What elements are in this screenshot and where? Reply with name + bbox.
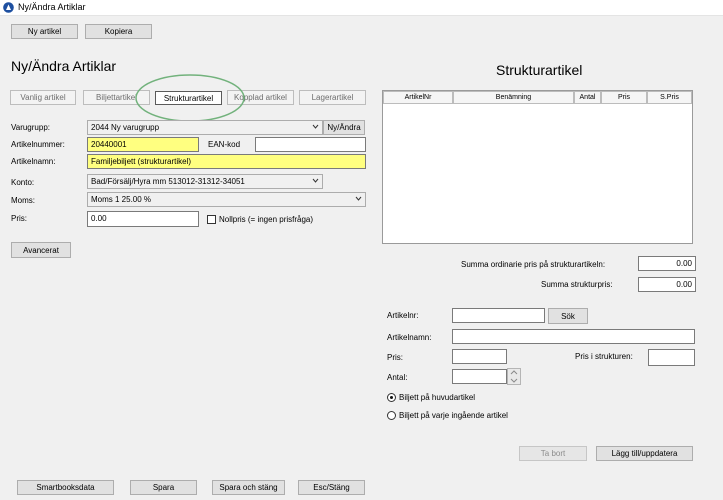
- artikelnummer-label: Artikelnummer:: [11, 140, 65, 149]
- add-antal-field[interactable]: [452, 369, 507, 384]
- varugrupp-select[interactable]: 2044 Ny varugrupp: [87, 120, 323, 135]
- save-button[interactable]: Spara: [130, 480, 197, 495]
- radio-biljett-huvudartikel-label: Biljett på huvudartikel: [399, 393, 476, 402]
- add-pris-field[interactable]: [452, 349, 507, 364]
- artikelnamn-field[interactable]: Familjebiljett (strukturartikel): [87, 154, 366, 169]
- copy-button[interactable]: Kopiera: [85, 24, 152, 39]
- advanced-button[interactable]: Avancerat: [11, 242, 71, 258]
- esc-close-button[interactable]: Esc/Stäng: [298, 480, 365, 495]
- chevron-down-icon: [355, 196, 362, 201]
- pris-i-strukturen-field[interactable]: [648, 349, 695, 366]
- chevron-down-icon: [312, 178, 319, 183]
- tab-vanlig-artikel[interactable]: Vanlig artikel: [10, 90, 76, 105]
- save-close-button[interactable]: Spara och stäng: [212, 480, 285, 495]
- app-icon: [3, 2, 14, 13]
- search-button[interactable]: Sök: [548, 308, 588, 324]
- column-header-antal[interactable]: Antal: [574, 91, 601, 104]
- sum-structure-label: Summa strukturpris:: [541, 280, 613, 289]
- page-title: Ny/Ändra Artiklar: [11, 58, 117, 74]
- sum-ordinary-field: 0.00: [638, 256, 696, 271]
- add-antal-label: Antal:: [387, 373, 408, 382]
- add-update-button[interactable]: Lägg till/uppdatera: [596, 446, 693, 461]
- window-titlebar: Ny/Ändra Artiklar: [0, 0, 723, 16]
- chevron-down-icon: [312, 124, 319, 129]
- remove-button[interactable]: Ta bort: [519, 446, 587, 461]
- column-header-pris[interactable]: Pris: [601, 91, 647, 104]
- artikelnummer-field[interactable]: 20440001: [87, 137, 199, 152]
- nollpris-checkbox[interactable]: [207, 215, 216, 224]
- radio-biljett-varje-artikel-label: Biljett på varje ingående artikel: [399, 411, 508, 420]
- varugrupp-value: 2044 Ny varugrupp: [91, 123, 160, 132]
- moms-label: Moms:: [11, 196, 35, 205]
- moms-select[interactable]: Moms 1 25.00 %: [87, 192, 366, 207]
- add-artikelnamn-label: Artikelnamn:: [387, 333, 432, 342]
- sum-ordinary-label: Summa ordinarie pris på strukturartikeln…: [461, 260, 606, 269]
- ean-label: EAN-kod: [208, 140, 241, 149]
- window-title: Ny/Ändra Artiklar: [18, 2, 86, 12]
- column-header-spris[interactable]: S.Pris: [647, 91, 692, 104]
- tab-lagerartikel[interactable]: Lagerartikel: [299, 90, 366, 105]
- moms-value: Moms 1 25.00 %: [91, 195, 152, 204]
- pris-i-strukturen-label: Pris i strukturen:: [575, 352, 633, 361]
- add-pris-label: Pris:: [387, 353, 403, 362]
- artikelnamn-label: Artikelnamn:: [11, 157, 56, 166]
- highlight-ellipse: [135, 74, 245, 122]
- sum-structure-field: 0.00: [638, 277, 696, 292]
- varugrupp-label: Varugrupp:: [11, 123, 50, 132]
- antal-spinner-icon[interactable]: [507, 368, 521, 385]
- ean-field[interactable]: [255, 137, 366, 152]
- new-article-button[interactable]: Ny artikel: [11, 24, 78, 39]
- pris-label: Pris:: [11, 214, 27, 223]
- smartbooks-button[interactable]: Smartbooksdata: [17, 480, 114, 495]
- add-artikelnamn-field[interactable]: [452, 329, 695, 344]
- pris-field[interactable]: 0.00: [87, 211, 199, 227]
- konto-select[interactable]: Bad/Försälj/Hyra mm 513012-31312-34051: [87, 174, 323, 189]
- radio-biljett-varje-artikel[interactable]: [387, 411, 396, 420]
- column-header-benamning[interactable]: Benämning: [453, 91, 574, 104]
- add-artikelnr-field[interactable]: [452, 308, 545, 323]
- konto-value: Bad/Försälj/Hyra mm 513012-31312-34051: [91, 177, 245, 186]
- structure-grid[interactable]: ArtikelNr Benämning Antal Pris S.Pris: [382, 90, 693, 244]
- konto-label: Konto:: [11, 178, 35, 187]
- add-artikelnr-label: Artikelnr:: [387, 311, 419, 320]
- nollpris-label: Nollpris (= ingen prisfråga): [219, 215, 314, 224]
- column-header-artikelnr[interactable]: ArtikelNr: [383, 91, 453, 104]
- structure-heading: Strukturartikel: [496, 62, 583, 78]
- grid-header: ArtikelNr Benämning Antal Pris S.Pris: [383, 91, 692, 104]
- new-edit-group-button[interactable]: Ny/Ändra: [323, 120, 365, 135]
- radio-biljett-huvudartikel[interactable]: [387, 393, 396, 402]
